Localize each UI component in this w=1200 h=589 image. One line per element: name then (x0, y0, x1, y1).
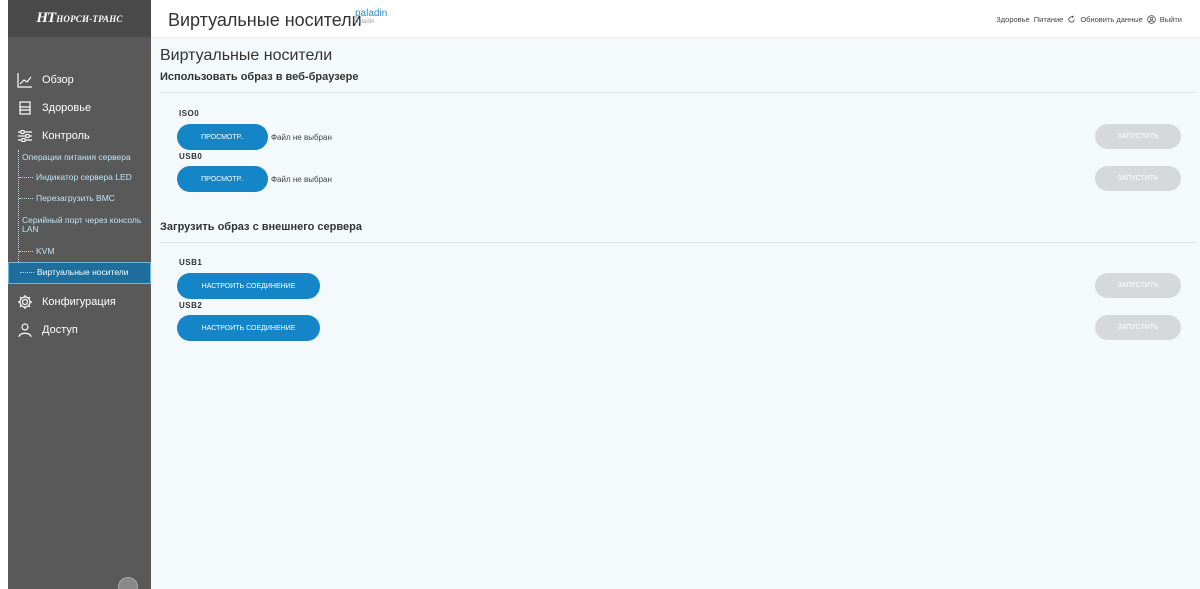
sidebar-subitem-sol[interactable]: Серийный порт через консоль LAN (19, 210, 151, 239)
refresh-link[interactable]: Обновить данные (1080, 15, 1142, 24)
section-title-server: Загрузить образ с внешнего сервера (160, 221, 362, 233)
control-submenu: Операции питания сервера Индикатор серве… (8, 150, 151, 284)
start-button-usb0[interactable]: ЗАПУСТИТЬ (1095, 166, 1181, 191)
sidebar-item-label: Доступ (42, 323, 78, 336)
device-label-usb1: USB1 (179, 258, 203, 267)
main-content: Виртуальные носители Использовать образ … (151, 38, 1200, 589)
configure-connection-button-usb1[interactable]: НАСТРОИТЬ СОЕДИНЕНИЕ (177, 273, 320, 299)
sidebar-subitem-led[interactable]: Индикатор сервера LED (19, 167, 151, 189)
power-link[interactable]: Питание (1034, 15, 1064, 24)
sidebar-item-access[interactable]: Доступ (8, 316, 151, 344)
browse-button-iso0[interactable]: ПРОСМОТР.. (177, 124, 268, 150)
sidebar-item-health[interactable]: Здоровье (8, 94, 151, 122)
sidebar-subitem-virtual-media[interactable]: Виртуальные носители (8, 262, 151, 284)
sidebar: НТ НОРСИ-ТРАНС Обзор Здоровье Контроль О… (8, 0, 151, 589)
logout-link[interactable]: Выйти (1160, 15, 1182, 24)
sidebar-nav: Обзор Здоровье Контроль Операции питания… (8, 66, 151, 344)
sidebar-item-label: Конфигурация (42, 295, 116, 308)
device-label-usb0: USB0 (179, 152, 203, 161)
section-divider (160, 92, 1196, 93)
username-link[interactable]: paladin (355, 8, 387, 19)
sidebar-subitem-power-ops[interactable]: Операции питания сервера (19, 150, 151, 167)
sidebar-item-label: Контроль (42, 130, 90, 142)
page-title: Виртуальные носители (168, 10, 362, 30)
sidebar-item-configuration[interactable]: Конфигурация (8, 288, 151, 316)
header-actions: Здоровье Питание Обновить данные Выйти (996, 15, 1182, 24)
logo: НТ НОРСИ-ТРАНС (8, 0, 151, 37)
device-label-iso0: ISO0 (179, 109, 200, 118)
file-status-iso0: Файл не выбран (271, 133, 332, 142)
sidebar-subitem-label: Серийный порт через консоль LAN (22, 214, 142, 234)
logo-text: НОРСИ-ТРАНС (56, 13, 123, 24)
username-subtitle: paladin (355, 19, 375, 25)
tree-dash (19, 250, 33, 252)
sidebar-subitem-label: Виртуальные носители (37, 267, 129, 277)
sidebar-item-label: Здоровье (42, 102, 92, 114)
start-button-usb1[interactable]: ЗАПУСТИТЬ (1095, 273, 1181, 298)
sidebar-subitem-label: Перезагрузить BMC (36, 193, 115, 203)
sidebar-subitem-reboot-bmc[interactable]: Перезагрузить BMC (19, 188, 151, 210)
sidebar-item-control[interactable]: Контроль (8, 122, 151, 150)
section-title-browser: Использовать образ в веб-браузере (160, 71, 359, 83)
sidebar-item-label: Обзор (42, 74, 74, 86)
gear-icon (17, 294, 33, 310)
start-button-usb2[interactable]: ЗАПУСТИТЬ (1095, 315, 1181, 340)
section-divider (160, 242, 1196, 243)
browse-button-usb0[interactable]: ПРОСМОТР.. (177, 166, 268, 192)
tree-dash (19, 176, 33, 178)
user-circle-icon (1147, 15, 1156, 24)
sidebar-subitem-label: KVM (36, 245, 55, 256)
header: Виртуальные носители paladin paladin Здо… (151, 0, 1200, 38)
tree-dash (20, 272, 34, 274)
sidebar-subitem-label: Операции питания сервера (22, 152, 131, 162)
file-status-usb0: Файл не выбран (271, 175, 332, 184)
logo-mark: НТ (36, 10, 56, 26)
content-title: Виртуальные носители (160, 47, 333, 64)
sidebar-subitem-kvm[interactable]: KVM (19, 239, 151, 263)
start-button-iso0[interactable]: ЗАПУСТИТЬ (1095, 124, 1181, 149)
clipboard-icon (17, 100, 33, 116)
sidebar-subitem-label: Индикатор сервера LED (36, 171, 132, 182)
health-link[interactable]: Здоровье (996, 15, 1029, 24)
collapse-sidebar-button[interactable] (118, 577, 138, 589)
device-label-usb2: USB2 (179, 301, 203, 310)
sliders-icon (17, 128, 33, 144)
user-icon (17, 322, 33, 338)
configure-connection-button-usb2[interactable]: НАСТРОИТЬ СОЕДИНЕНИЕ (177, 315, 320, 341)
sidebar-item-overview[interactable]: Обзор (8, 66, 151, 94)
tree-dash (19, 198, 33, 200)
refresh-icon (1068, 15, 1075, 23)
chart-line-icon (17, 72, 33, 88)
